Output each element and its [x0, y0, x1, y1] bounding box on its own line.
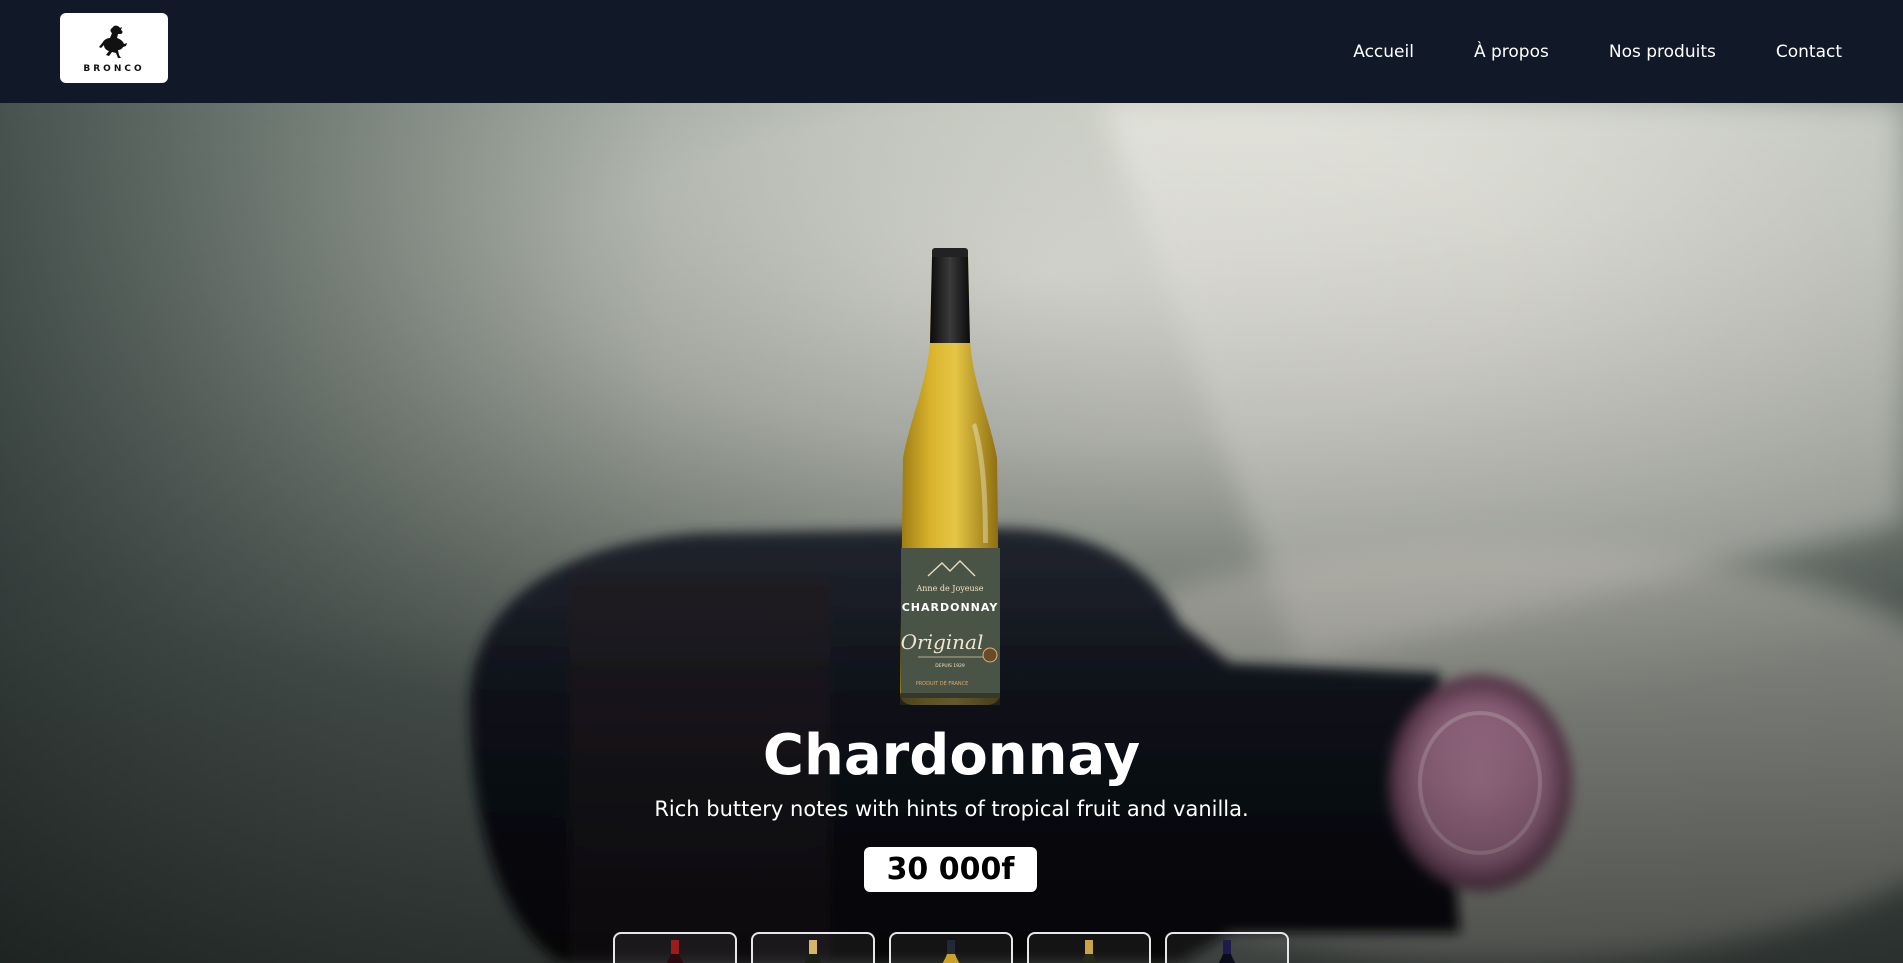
product-title: Chardonnay [762, 723, 1141, 788]
logo-text: BRONCO [83, 64, 145, 74]
nav-link-accueil[interactable]: Accueil [1353, 42, 1414, 62]
thumbnail-1[interactable] [613, 932, 737, 963]
thumbnail-4[interactable] [1027, 932, 1151, 963]
nav-link-contact[interactable]: Contact [1776, 42, 1842, 62]
brand-logo[interactable]: BRONCO [60, 13, 168, 83]
thumbnail-5[interactable] [1165, 932, 1289, 963]
label-since: DEPUIS 1929 [935, 663, 965, 669]
dark-bottle-icon [1218, 940, 1236, 963]
thumbnail-2[interactable] [751, 932, 875, 963]
label-script: Original [901, 630, 984, 654]
sparkling-bottle-icon [1080, 940, 1098, 963]
product-bottle-image: Anne de Joyeuse CHARDONNAY Original DEPU… [900, 248, 1000, 705]
label-maker: Anne de Joyeuse [915, 584, 983, 593]
product-thumbnails [613, 932, 1289, 963]
product-description: Rich buttery notes with hints of tropica… [654, 797, 1249, 821]
bucking-horse-icon [99, 25, 127, 58]
label-origin: PRODUIT DE FRANCE [916, 681, 969, 687]
white-wine-bottle-icon [942, 940, 960, 963]
price-badge: 30 000f [864, 847, 1037, 892]
champagne-bottle-icon [804, 940, 822, 963]
red-wine-bottle-icon [666, 940, 684, 963]
thumbnail-3[interactable] [889, 932, 1013, 963]
navbar: BRONCO Accueil À propos Nos produits Con… [0, 0, 1903, 103]
main-nav: Accueil À propos Nos produits Contact [1353, 0, 1842, 103]
hero-section: Anne de Joyeuse CHARDONNAY Original DEPU… [0, 103, 1903, 963]
label-name: CHARDONNAY [902, 601, 999, 614]
nav-link-a-propos[interactable]: À propos [1474, 42, 1549, 62]
nav-link-nos-produits[interactable]: Nos produits [1609, 42, 1716, 62]
